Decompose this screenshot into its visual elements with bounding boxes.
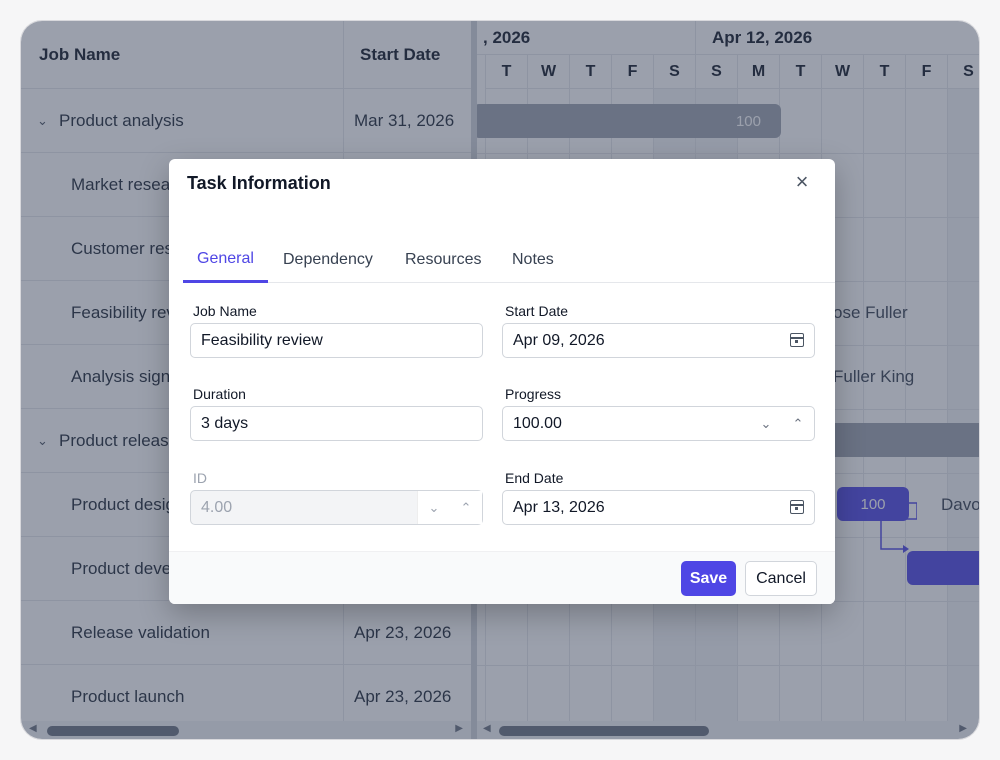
task-information-dialog: Task Information × General Dependency Re… <box>169 159 835 604</box>
calendar-icon[interactable] <box>790 333 804 347</box>
dialog-tabs: General Dependency Resources Notes <box>183 237 835 283</box>
end-date-picker[interactable]: Apr 13, 2026 <box>502 490 815 525</box>
id-label: ID <box>193 470 207 486</box>
id-numeric-input: 4.00 ⌄ ⌃ <box>190 490 483 525</box>
progress-value: 100.00 <box>513 414 562 432</box>
duration-value: 3 days <box>201 414 249 432</box>
end-date-value: Apr 13, 2026 <box>513 498 605 516</box>
tab-resources[interactable]: Resources <box>391 237 495 283</box>
start-date-label: Start Date <box>505 303 569 319</box>
id-value: 4.00 <box>201 498 233 516</box>
close-icon[interactable]: × <box>791 171 813 193</box>
end-date-label: End Date <box>505 470 564 486</box>
duration-label: Duration <box>193 386 246 402</box>
job-name-value: Feasibility review <box>201 331 323 349</box>
calendar-icon[interactable] <box>790 500 804 514</box>
tab-notes[interactable]: Notes <box>498 237 568 283</box>
start-date-value: Apr 09, 2026 <box>513 331 605 349</box>
duration-input[interactable]: 3 days <box>190 406 483 441</box>
chevron-up-icon: ⌃ <box>460 499 472 515</box>
save-button[interactable]: Save <box>681 561 736 596</box>
gantt-frame: Job Name Start Date ⌄Product analysis Ma… <box>20 20 980 740</box>
start-date-picker[interactable]: Apr 09, 2026 <box>502 323 815 358</box>
tab-dependency[interactable]: Dependency <box>269 237 387 283</box>
cancel-button[interactable]: Cancel <box>745 561 817 596</box>
dialog-footer: Save Cancel <box>169 551 835 604</box>
chevron-down-icon: ⌄ <box>428 499 440 515</box>
progress-label: Progress <box>505 386 562 402</box>
job-name-input[interactable]: Feasibility review <box>190 323 483 358</box>
job-name-label: Job Name <box>193 303 257 319</box>
tab-general[interactable]: General <box>183 237 268 283</box>
dialog-title: Task Information <box>187 173 331 193</box>
progress-numeric-input[interactable]: 100.00 ⌄ ⌃ <box>502 406 815 441</box>
chevron-up-icon[interactable]: ⌃ <box>782 407 814 440</box>
chevron-down-icon[interactable]: ⌄ <box>750 407 782 440</box>
